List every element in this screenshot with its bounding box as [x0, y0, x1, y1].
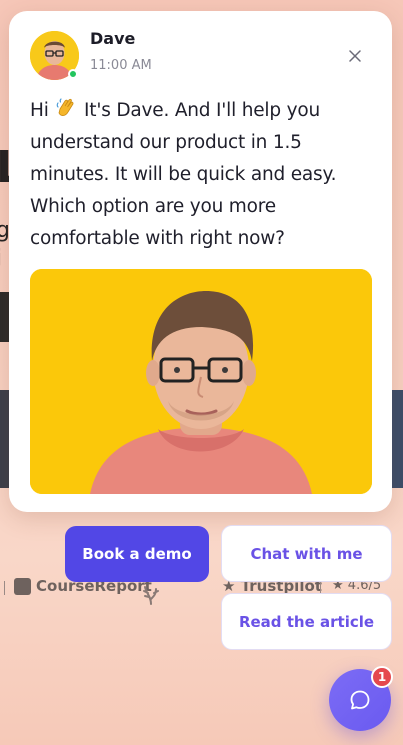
online-status-dot	[68, 69, 78, 79]
background-text-fragment: j	[0, 246, 2, 271]
unread-count-badge: 1	[371, 666, 393, 688]
agent-name: Dave	[90, 29, 136, 48]
book-demo-button[interactable]: Book a demo	[65, 526, 209, 582]
close-icon	[349, 50, 361, 62]
waving-hand-icon	[56, 95, 76, 127]
chat-message-text: Hi It's Dave. And I'll help you understa…	[30, 95, 380, 255]
chat-message-card: Dave 11:00 AM Hi It's Dave. And I'll hel…	[9, 11, 392, 512]
agent-video-thumbnail[interactable]	[30, 269, 372, 494]
laurel-icon	[142, 581, 160, 605]
chat-bubble-icon	[350, 690, 370, 710]
coursereport-icon	[14, 577, 31, 595]
message-timestamp: 11:00 AM	[90, 58, 152, 73]
read-article-button[interactable]: Read the article	[221, 593, 392, 650]
divider	[4, 581, 5, 595]
close-button[interactable]	[343, 44, 367, 68]
chat-with-me-button[interactable]: Chat with me	[221, 525, 392, 582]
background-image-fragment	[391, 390, 403, 488]
